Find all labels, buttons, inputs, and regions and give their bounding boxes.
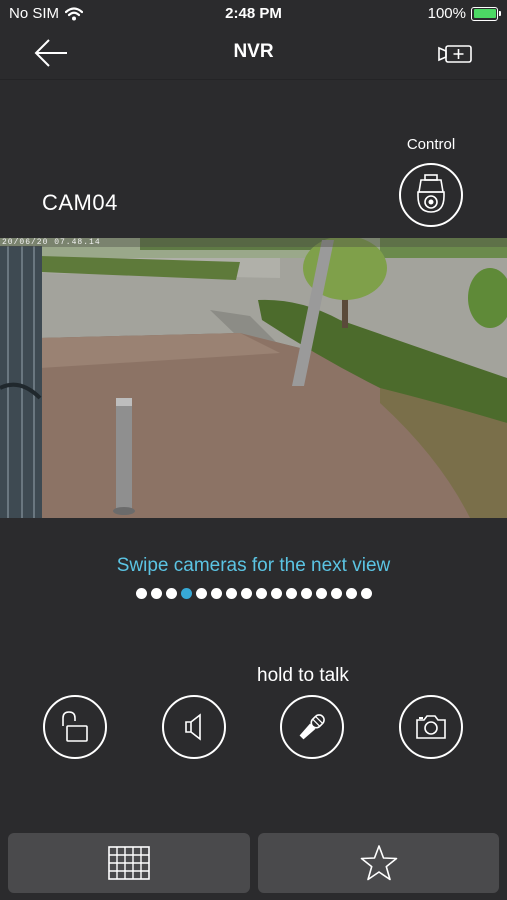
snapshot-button[interactable] [399,695,463,759]
camera-pager[interactable] [0,588,507,599]
pager-dot[interactable] [240,588,252,599]
star-icon [360,845,397,881]
talk-button[interactable] [280,695,344,759]
pager-dot[interactable] [345,588,357,599]
pager-dot[interactable] [285,588,297,599]
pager-dot[interactable] [225,588,237,599]
page-title: NVR [233,41,274,62]
grid-icon [108,846,150,880]
pager-dot-active[interactable] [180,588,192,599]
pager-dot[interactable] [315,588,327,599]
battery-icon [471,6,501,21]
battery-percent: 100% [427,5,466,22]
add-camera-button[interactable] [437,40,477,68]
microphone-icon [299,714,325,740]
pager-dot[interactable] [300,588,312,599]
talk-label: hold to talk [257,665,349,686]
camera-video-feed[interactable]: 20/06/20 07.48.14 [0,238,507,518]
pager-dot[interactable] [165,588,177,599]
pager-dot[interactable] [360,588,372,599]
video-camera-plus-icon [438,45,472,63]
pager-dot[interactable] [330,588,342,599]
audio-button[interactable] [162,695,226,759]
pager-dot[interactable] [195,588,207,599]
pager-dot[interactable] [255,588,267,599]
control-label: Control [406,136,456,153]
tab-grid[interactable] [8,833,250,893]
nav-bar: NVR [0,28,507,80]
pager-dot[interactable] [210,588,222,599]
pager-dot[interactable] [135,588,147,599]
camera-icon [416,715,446,739]
camera-name: CAM04 [42,190,118,215]
unlock-icon [62,711,88,742]
status-right: 100% [427,5,501,22]
speaker-icon [185,713,201,741]
status-bar: No SIM 2:48 PM 100% [0,0,507,28]
swipe-hint: Swipe cameras for the next view [116,555,391,576]
ptz-control-button[interactable] [399,163,463,227]
ptz-camera-icon [417,174,445,213]
pager-dot[interactable] [150,588,162,599]
video-scene [0,238,507,518]
video-timestamp: 20/06/20 07.48.14 [2,238,101,247]
tab-favorites[interactable] [258,833,499,893]
unlock-button[interactable] [43,695,107,759]
pager-dot[interactable] [270,588,282,599]
